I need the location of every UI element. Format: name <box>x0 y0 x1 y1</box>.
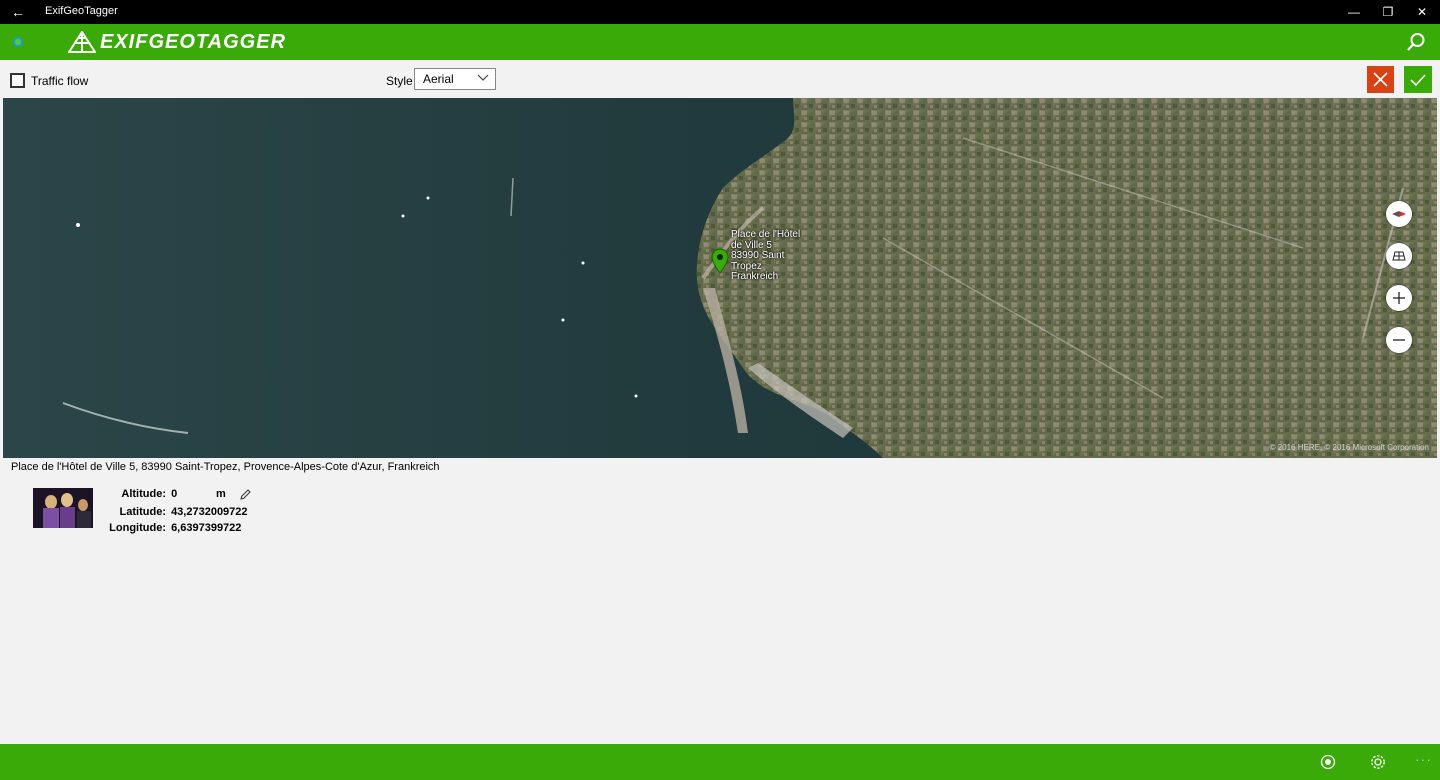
compass-icon <box>1392 211 1406 217</box>
aerial-imagery <box>3 98 1437 458</box>
latitude-row: Latitude: 43,2732009722 <box>106 506 248 518</box>
status-dot-icon <box>13 37 23 47</box>
zoom-out-icon <box>1393 339 1405 341</box>
settings-icon[interactable] <box>1369 753 1387 771</box>
style-label: Style <box>386 74 413 88</box>
traffic-flow-checkbox[interactable] <box>10 73 25 88</box>
longitude-value: 6,6397399722 <box>171 522 242 534</box>
address-text: Place de l'Hôtel de Ville 5, 83990 Saint… <box>11 461 440 473</box>
latitude-label: Latitude: <box>119 506 166 518</box>
maximize-button[interactable]: ❐ <box>1371 0 1405 24</box>
compass-button[interactable] <box>1386 201 1412 227</box>
style-dropdown[interactable]: Aerial <box>414 68 496 90</box>
map-style-button[interactable] <box>1386 243 1412 269</box>
latitude-value: 43,2732009722 <box>171 506 248 518</box>
logo-icon <box>68 31 96 53</box>
longitude-row: Longitude: 6,6397399722 <box>106 522 241 534</box>
checkmark-icon <box>1410 74 1426 87</box>
back-button[interactable]: ← <box>8 2 28 22</box>
search-icon[interactable] <box>1406 32 1426 52</box>
altitude-value[interactable]: 0 <box>171 488 177 500</box>
confirm-button[interactable] <box>1404 66 1432 93</box>
longitude-label: Longitude: <box>109 522 166 534</box>
zoom-in-button[interactable] <box>1386 285 1412 311</box>
map-style-icon <box>1392 251 1406 261</box>
cancel-button[interactable] <box>1367 66 1394 93</box>
style-dropdown-value: Aerial <box>423 72 454 86</box>
record-icon[interactable] <box>1319 753 1337 771</box>
close-window-button[interactable]: ✕ <box>1405 0 1439 24</box>
more-icon[interactable]: ··· <box>1415 751 1432 767</box>
location-pin-icon[interactable] <box>711 248 729 274</box>
title-bar: ← ExifGeoTagger — ❐ ✕ <box>0 0 1440 24</box>
logo-text: EXIFGEOTAGGER <box>100 30 286 53</box>
zoom-in-icon <box>1393 292 1405 304</box>
close-icon <box>1373 72 1388 87</box>
altitude-label: Altitude: <box>121 488 166 500</box>
minimize-button[interactable]: — <box>1337 0 1371 24</box>
map-view[interactable]: Place de l'Hôtel de Ville 5 83990 Saint … <box>3 98 1437 458</box>
bottom-app-bar: ··· <box>0 744 1440 780</box>
app-header: EXIFGEOTAGGER <box>0 24 1440 60</box>
altitude-unit: m <box>216 488 226 500</box>
app-logo: EXIFGEOTAGGER <box>68 30 286 54</box>
zoom-out-button[interactable] <box>1386 327 1412 353</box>
traffic-flow-label: Traffic flow <box>31 73 89 88</box>
photo-thumbnail[interactable] <box>33 488 93 528</box>
map-copyright: © 2016 HERE, © 2016 Microsoft Corporatio… <box>1269 443 1429 452</box>
photo-image <box>33 488 93 528</box>
pin-label: Place de l'Hôtel de Ville 5 83990 Saint … <box>731 229 801 282</box>
toolbar: Traffic flow Style Aerial <box>0 60 1440 98</box>
chevron-down-icon <box>477 74 489 81</box>
altitude-row: Altitude: 0 m <box>106 488 225 500</box>
edit-icon[interactable] <box>239 488 252 501</box>
window-title: ExifGeoTagger <box>45 5 118 17</box>
traffic-flow-toggle[interactable]: Traffic flow <box>10 73 88 88</box>
